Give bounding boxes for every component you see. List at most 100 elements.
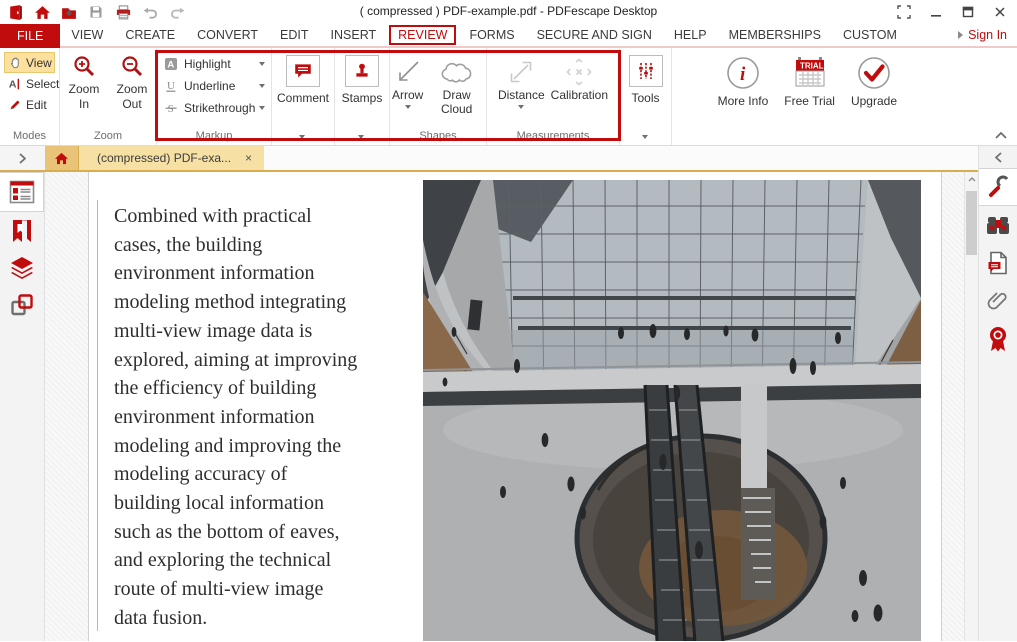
menu-convert[interactable]: CONVERT [186, 24, 269, 46]
free-trial-label: Free Trial [784, 94, 835, 108]
text-line: modeling and improving the [114, 432, 357, 461]
pencil-icon [8, 98, 22, 112]
paperclip-icon [987, 289, 1009, 313]
left-panel-expand-chevron-icon[interactable] [0, 146, 45, 170]
ribbon-group-shapes: Arrow Draw Cloud Shapes [390, 48, 487, 145]
distance-icon [507, 56, 535, 88]
document-text-column: Combined with practical cases, the build… [114, 202, 357, 633]
highlight-icon: A [163, 57, 179, 71]
calibration-button[interactable]: Calibration [551, 56, 608, 109]
menu-view[interactable]: VIEW [60, 24, 114, 46]
right-sidebar [978, 146, 1017, 641]
modes-group-label: Modes [0, 130, 59, 142]
strikethrough-button[interactable]: S Strikethrough [163, 97, 267, 119]
arrow-icon [394, 56, 422, 88]
svg-text:U: U [167, 80, 175, 92]
document-workspace[interactable]: Combined with practical cases, the build… [45, 172, 978, 641]
sign-in-button[interactable]: Sign In [958, 24, 1007, 46]
sidebar-item-thumbnails[interactable] [0, 172, 44, 212]
menu-file[interactable]: FILE [0, 24, 60, 48]
check-icon [857, 56, 891, 90]
tab-document-title: (compressed) PDF-exa... [97, 151, 231, 165]
zoom-out-button[interactable]: Zoom Out [112, 54, 152, 129]
underline-label: Underline [184, 79, 235, 93]
zoom-in-button[interactable]: Zoom In [64, 54, 104, 129]
underline-dropdown-icon[interactable] [259, 84, 265, 88]
svg-text:S: S [168, 103, 174, 115]
ribbon-collapse-chevron-icon[interactable] [995, 132, 1007, 139]
measurements-group-label: Measurements [487, 130, 619, 142]
sidebar-item-tools[interactable] [979, 168, 1017, 206]
zoom-group-label: Zoom [60, 130, 156, 142]
sidebar-item-bookmarks[interactable] [0, 212, 44, 249]
menu-help[interactable]: HELP [663, 24, 718, 46]
vertical-scrollbar[interactable] [964, 172, 978, 641]
draw-cloud-button[interactable]: Draw Cloud [429, 56, 484, 117]
sidebar-item-layers[interactable] [0, 249, 44, 286]
strikethrough-label: Strikethrough [184, 101, 255, 115]
tab-close-icon[interactable]: × [245, 151, 252, 165]
sidebar-item-attachments[interactable] [979, 282, 1017, 320]
shapes-group-label: Shapes [390, 130, 486, 142]
distance-label: Distance [498, 88, 545, 102]
scrollbar-thumb[interactable] [966, 191, 977, 255]
binoculars-icon [986, 215, 1010, 235]
linked-squares-icon [10, 293, 34, 317]
menu-forms[interactable]: FORMS [458, 24, 525, 46]
minimize-icon[interactable] [923, 2, 949, 21]
menu-edit[interactable]: EDIT [269, 24, 319, 46]
menu-custom[interactable]: CUSTOM [832, 24, 908, 46]
sidebar-item-annotations[interactable] [979, 244, 1017, 282]
draw-cloud-label: Draw Cloud [429, 88, 484, 117]
tools-dropdown-icon[interactable] [642, 135, 648, 139]
layers-icon [9, 256, 35, 280]
menu-insert[interactable]: INSERT [320, 24, 388, 46]
arrow-tool-button[interactable]: Arrow [392, 56, 423, 117]
close-icon[interactable] [987, 2, 1013, 21]
free-trial-button[interactable]: TRIAL Free Trial [784, 56, 835, 108]
comment-button[interactable]: Comment [272, 48, 335, 145]
page-comment-icon [987, 251, 1009, 275]
text-line: modeling accuracy of [114, 460, 357, 489]
menu-review[interactable]: REVIEW [389, 25, 456, 45]
scrollbar-up-arrow-icon[interactable] [965, 172, 978, 187]
menu-memberships[interactable]: MEMBERSHIPS [718, 24, 832, 46]
underline-button[interactable]: U Underline [163, 75, 267, 97]
stamps-dropdown-icon[interactable] [358, 135, 364, 139]
text-line: cases, the building [114, 231, 357, 260]
sidebar-item-linked-pages[interactable] [0, 286, 44, 323]
highlight-button[interactable]: A Highlight [163, 53, 267, 75]
strikethrough-dropdown-icon[interactable] [259, 106, 265, 110]
menu-create[interactable]: CREATE [114, 24, 186, 46]
left-sidebar [0, 172, 45, 641]
tools-button[interactable]: Tools [620, 48, 672, 145]
stamps-button[interactable]: Stamps [335, 48, 390, 145]
right-panel-collapse-chevron-icon[interactable] [979, 146, 1017, 168]
upgrade-button[interactable]: Upgrade [851, 56, 897, 108]
pdf-page: Combined with practical cases, the build… [88, 172, 942, 641]
edit-mode-button[interactable]: Edit [4, 94, 55, 115]
calibration-label: Calibration [551, 88, 608, 102]
layout-fullscreen-icon[interactable] [891, 2, 917, 21]
tab-home[interactable] [45, 146, 79, 170]
sidebar-item-search[interactable] [979, 206, 1017, 244]
home-tab-icon [53, 151, 70, 166]
text-line: modeling method integrating [114, 288, 357, 317]
distance-button[interactable]: Distance [498, 56, 545, 109]
svg-text:TRIAL: TRIAL [800, 62, 824, 71]
sidebar-item-signatures[interactable] [979, 320, 1017, 358]
info-icon: i [726, 56, 760, 90]
maximize-icon[interactable] [955, 2, 981, 21]
menu-secure-and-sign[interactable]: SECURE AND SIGN [526, 24, 663, 46]
svg-text:i: i [740, 64, 746, 85]
select-mode-button[interactable]: A Select [4, 73, 55, 94]
tab-document[interactable]: (compressed) PDF-exa... × [79, 146, 264, 170]
more-info-button[interactable]: i More Info [718, 56, 769, 108]
highlight-dropdown-icon[interactable] [259, 62, 265, 66]
arrow-dropdown-icon[interactable] [405, 105, 411, 109]
view-mode-button[interactable]: View [4, 52, 55, 73]
comment-dropdown-icon[interactable] [299, 135, 305, 139]
text-line: multi-view image data is [114, 317, 357, 346]
distance-dropdown-icon[interactable] [518, 105, 524, 109]
zoom-out-icon [119, 54, 145, 80]
